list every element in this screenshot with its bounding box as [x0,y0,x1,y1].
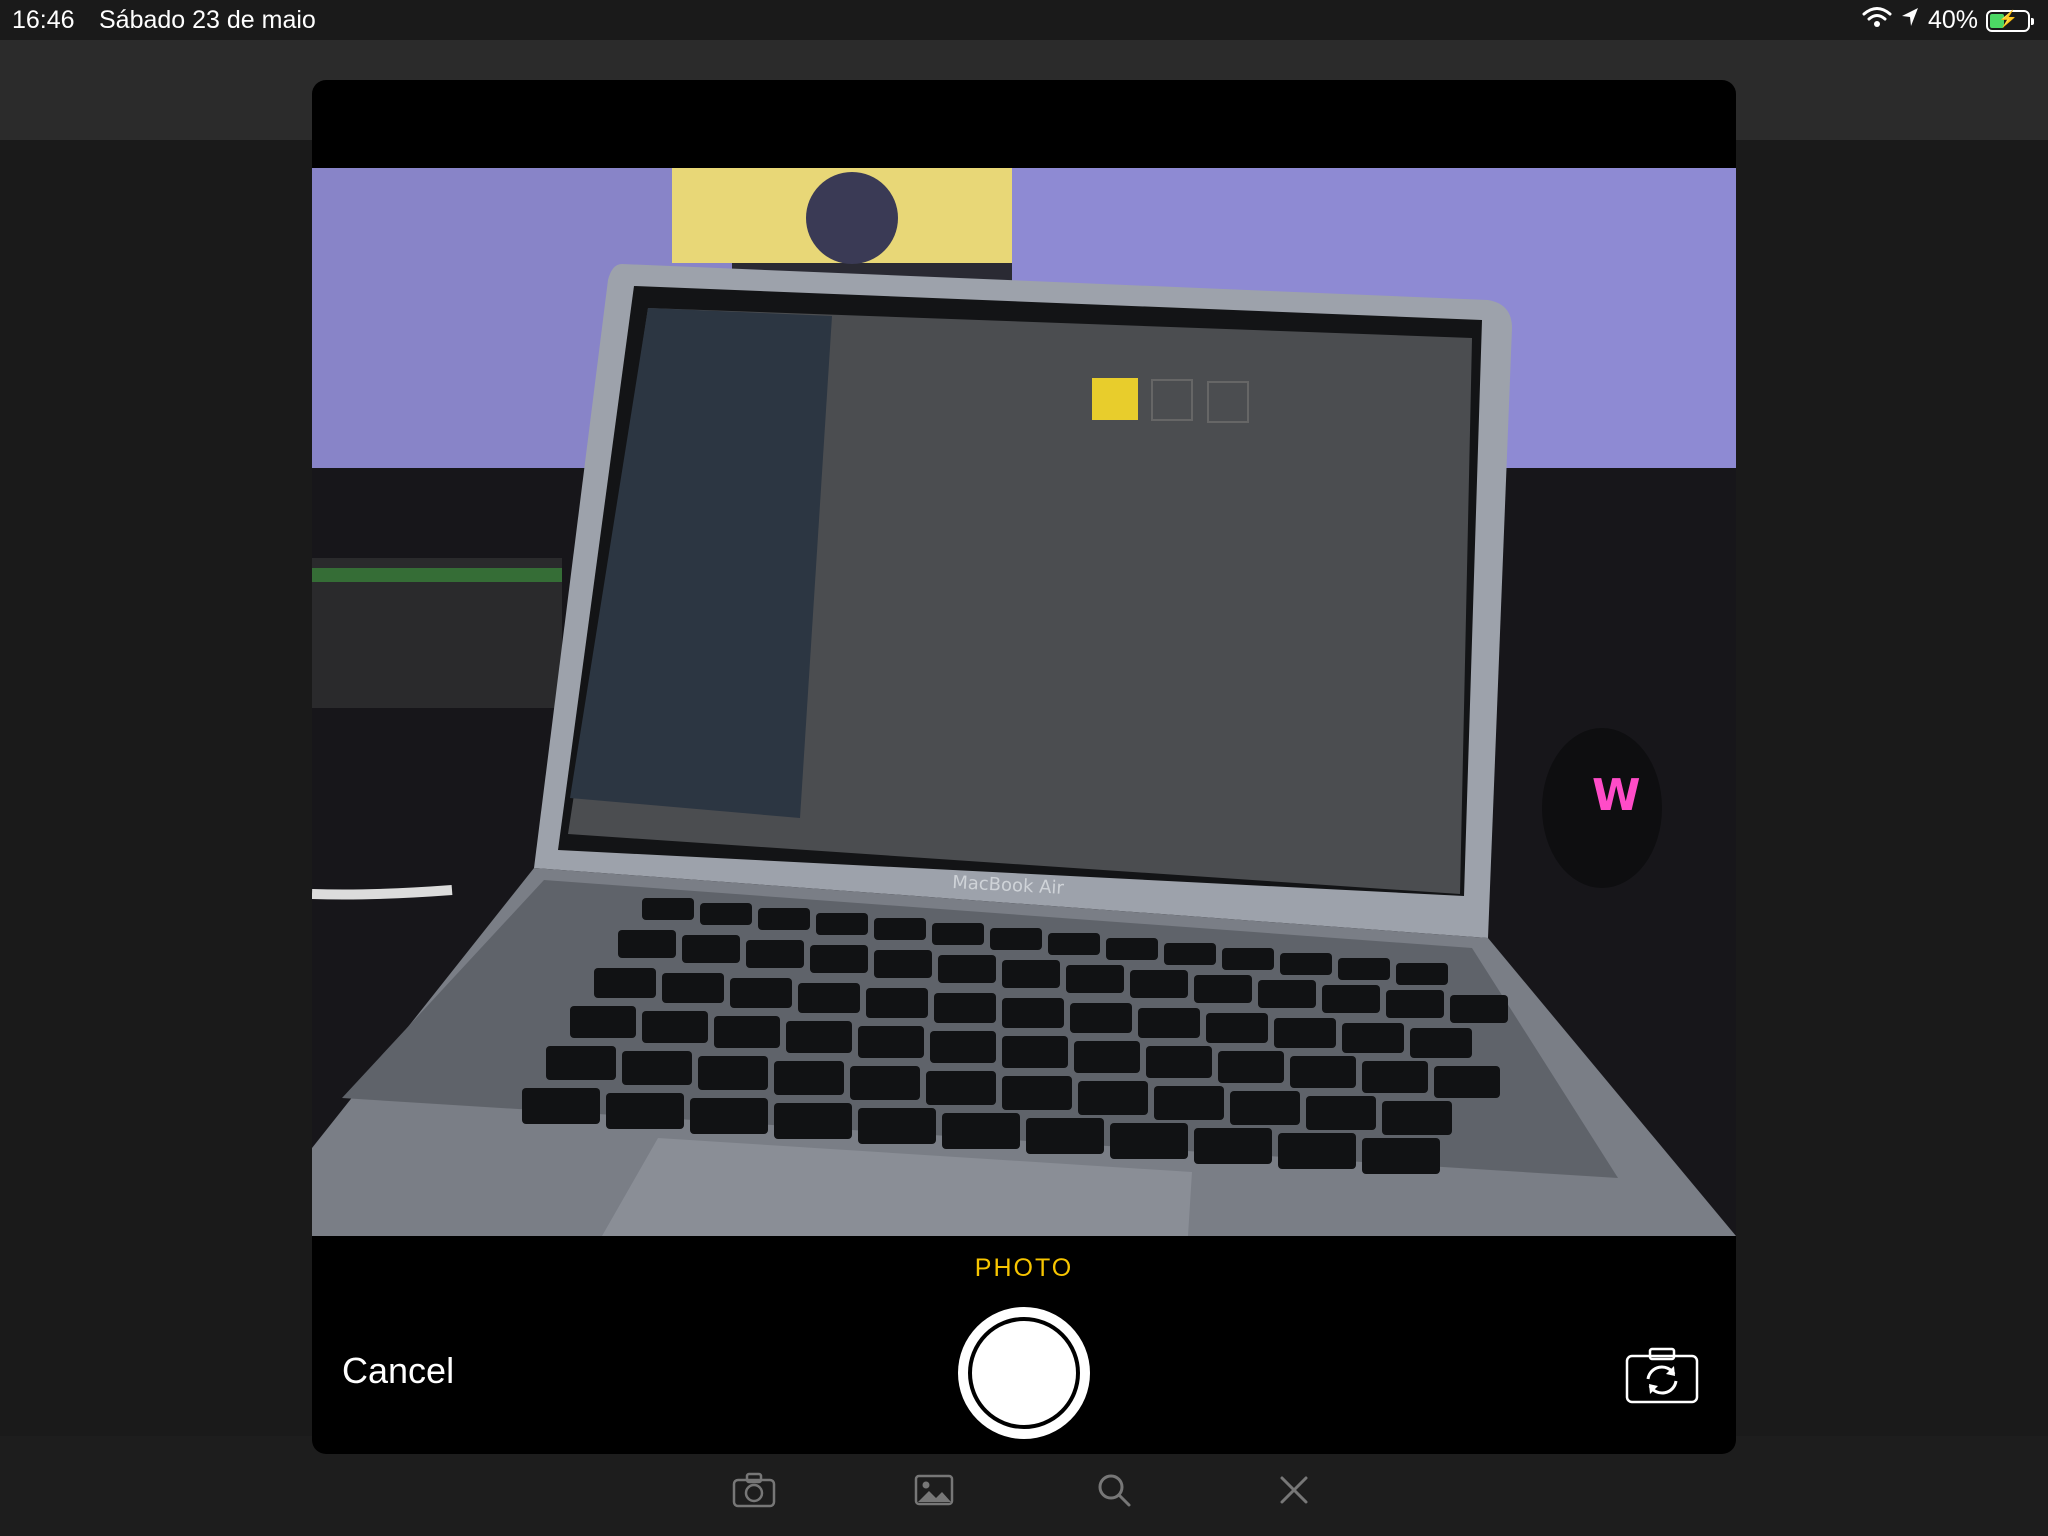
keyboard-key [930,1031,996,1063]
keyboard-key [1386,990,1444,1018]
keyboard-key [934,993,996,1023]
keyboard-key [758,908,810,930]
keyboard-key [990,928,1042,950]
keyboard-key [682,935,740,963]
keyboard-key [698,1056,768,1090]
keyboard-key [1078,1081,1148,1115]
keyboard-key [1382,1101,1452,1135]
keyboard-key [622,1051,692,1085]
keyboard-key [1230,1091,1300,1125]
camera-icon[interactable] [732,1468,776,1512]
keyboard-key [932,923,984,945]
keyboard-key [1130,970,1188,998]
keyboard-key [1002,998,1064,1028]
status-time: 16:46 [12,6,75,34]
keyboard-key [606,1093,684,1129]
flip-camera-button[interactable] [1624,1346,1700,1406]
keyboard-key [774,1103,852,1139]
keyboard-key [1194,975,1252,1003]
keyboard-key [1206,1013,1268,1043]
keyboard-key [1278,1133,1356,1169]
keyboard-key [1410,1028,1472,1058]
keyboard-key [1164,943,1216,965]
keyboard-key [594,968,656,998]
shutter-inner [968,1317,1080,1429]
shutter-button[interactable] [958,1307,1090,1439]
wifi-icon [1862,6,1892,35]
keyboard-key [1002,1076,1072,1110]
keyboard-key [938,955,996,983]
keyboard-key [546,1046,616,1080]
camera-sheet: W MacBook Air PHOTO Cancel [312,80,1736,1454]
keyboard-key [1306,1096,1376,1130]
keyboard-key [798,983,860,1013]
status-date: Sábado 23 de maio [99,6,316,34]
keyboard-key [1274,1018,1336,1048]
photo-library-icon[interactable] [912,1468,956,1512]
cancel-button[interactable]: Cancel [342,1350,454,1392]
status-bar: 16:46 Sábado 23 de maio 40% ⚡ [0,0,2048,40]
camera-viewfinder: W MacBook Air [312,168,1736,1236]
keyboard-key [1194,1128,1272,1164]
keyboard-key [662,973,724,1003]
keyboard-key [816,913,868,935]
keyboard-key [1146,1046,1212,1078]
status-indicators: 40% ⚡ [1862,6,2034,35]
keyboard-key [1362,1061,1428,1093]
keyboard-key [522,1088,600,1124]
viewfinder-scene: W MacBook Air [312,168,1736,1236]
battery-percent: 40% [1927,6,1978,34]
keyboard-key [926,1071,996,1105]
keyboard-key [1396,963,1448,985]
keyboard-key [1362,1138,1440,1174]
keyboard-key [618,930,676,958]
keyboard-key [690,1098,768,1134]
keyboard-key [1154,1086,1224,1120]
keyboard-key [700,903,752,925]
close-icon[interactable] [1272,1468,1316,1512]
keyboard-key [1258,980,1316,1008]
keyboard-key [1070,1003,1132,1033]
keyboard-key [858,1026,924,1058]
keyboard-key [942,1113,1020,1149]
keyboard-key [1110,1123,1188,1159]
keyboard-key [866,988,928,1018]
keyboard-key [858,1108,936,1144]
keyboard-key [874,918,926,940]
keyboard-key [1066,965,1124,993]
keyboard-key [1002,1036,1068,1068]
keyboard-key [746,940,804,968]
keyboard-key [1342,1023,1404,1053]
keyboard-key [570,1006,636,1038]
keyboard-key [786,1021,852,1053]
keyboard-key [1322,985,1380,1013]
keyboard-key [1290,1056,1356,1088]
keyboard-key [642,898,694,920]
camera-mode-label[interactable]: PHOTO [312,1254,1736,1283]
keyboard-key [874,950,932,978]
battery-charging-icon: ⚡ [1986,9,2034,32]
keyboard-key [810,945,868,973]
keyboard-key [714,1016,780,1048]
keyboard-key [1218,1051,1284,1083]
keyboard-key [1074,1041,1140,1073]
keyboard-key [1450,995,1508,1023]
flip-camera-icon [1625,1347,1699,1404]
location-icon [1900,6,1920,35]
keyboard-key [1222,948,1274,970]
keyboard-key [1106,938,1158,960]
keyboard-key [1280,953,1332,975]
keyboard-key [1002,960,1060,988]
keyboard-key [850,1066,920,1100]
keyboard-key [1338,958,1390,980]
keyboard-key [642,1011,708,1043]
keyboard-key [730,978,792,1008]
keyboard-key [1138,1008,1200,1038]
keyboard-key [1434,1066,1500,1098]
keyboard-key [1026,1118,1104,1154]
keyboard-key [1048,933,1100,955]
svg-text:W: W [1592,770,1641,821]
search-icon[interactable] [1092,1468,1136,1512]
keyboard-key [774,1061,844,1095]
